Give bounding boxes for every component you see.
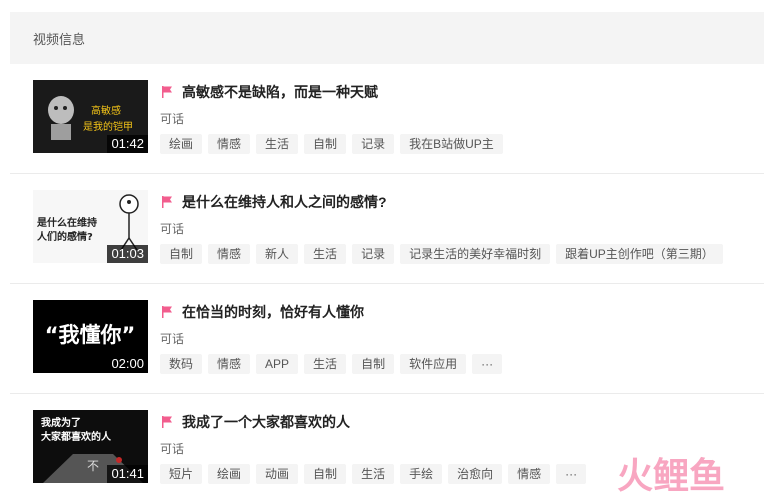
flag-icon (162, 306, 172, 318)
tag-list: 自制 情感 新人 生活 记录 记录生活的美好幸福时刻 跟着UP主创作吧（第三期） (160, 244, 723, 264)
flag-icon (162, 416, 172, 428)
thumb-text-3: 不 (87, 459, 99, 473)
tag[interactable]: 手绘 (400, 464, 443, 484)
duration-badge: 01:42 (107, 135, 148, 153)
video-thumbnail[interactable]: “我懂你” 02:00 (33, 300, 148, 373)
uploader-name[interactable]: 可话 (160, 330, 184, 347)
tag[interactable]: 短片 (160, 464, 203, 484)
tag[interactable]: 数码 (160, 354, 203, 374)
tag[interactable]: 情感 (208, 354, 251, 374)
duration-badge: 01:03 (107, 245, 148, 263)
tag[interactable]: APP (256, 354, 299, 374)
section-header: 视频信息 (10, 12, 764, 64)
uploader-name[interactable]: 可话 (160, 440, 184, 457)
watermark-text: 火鲤鱼 (617, 456, 725, 496)
video-item: “我懂你” 02:00 在恰当的时刻，恰好有人懂你 可话 数码 情感 APP 生… (10, 284, 764, 394)
thumb-text-1: 高敏感 (91, 104, 121, 117)
tag[interactable]: 自制 (160, 244, 203, 264)
video-title[interactable]: 高敏感不是缺陷，而是一种天赋 (182, 82, 378, 102)
duration-badge: 01:41 (107, 465, 148, 483)
video-thumbnail[interactable]: 是什么在维持 人们的感情? 01:03 (33, 190, 148, 263)
tag[interactable]: 生活 (304, 354, 347, 374)
duration-badge: 02:00 (107, 355, 148, 373)
tag[interactable]: 情感 (508, 464, 551, 484)
video-thumbnail[interactable]: 高敏感 是我的铠甲 01:42 (33, 80, 148, 153)
thumb-text-1: “我懂你” (45, 323, 136, 347)
tag[interactable]: 生活 (304, 244, 347, 264)
tag[interactable]: 自制 (352, 354, 395, 374)
tag-list: 短片 绘画 动画 自制 生活 手绘 治愈向 情感 ··· (160, 464, 587, 484)
tag[interactable]: 软件应用 (400, 354, 467, 374)
video-list: 高敏感 是我的铠甲 01:42 高敏感不是缺陷，而是一种天赋 可话 绘画 情感 … (10, 64, 764, 504)
tag[interactable]: 记录 (352, 244, 395, 264)
tag[interactable]: 新人 (256, 244, 299, 264)
tag[interactable]: 记录生活的美好幸福时刻 (400, 244, 551, 264)
tag[interactable]: 动画 (256, 464, 299, 484)
tag[interactable]: 自制 (304, 134, 347, 154)
video-thumbnail[interactable]: 我成为了 大家都喜欢的人 不 01:41 (33, 410, 148, 483)
tag[interactable]: 生活 (352, 464, 395, 484)
thumb-text-2: 人们的感情? (37, 230, 93, 243)
more-tags-button[interactable]: ··· (472, 354, 503, 374)
tag[interactable]: 治愈向 (448, 464, 503, 484)
tag[interactable]: 情感 (208, 244, 251, 264)
thumb-text-1: 我成为了 (41, 416, 81, 429)
tag[interactable]: 生活 (256, 134, 299, 154)
tag[interactable]: 自制 (304, 464, 347, 484)
tag[interactable]: 跟着UP主创作吧（第三期） (556, 244, 723, 264)
tag[interactable]: 绘画 (160, 134, 203, 154)
thumb-text-2: 大家都喜欢的人 (41, 430, 112, 443)
tag[interactable]: 我在B站做UP主 (400, 134, 503, 154)
video-title[interactable]: 我成了一个大家都喜欢的人 (182, 412, 350, 432)
flag-icon (162, 86, 172, 98)
video-title[interactable]: 在恰当的时刻，恰好有人懂你 (182, 302, 364, 322)
tag[interactable]: 情感 (208, 134, 251, 154)
tag-list: 数码 情感 APP 生活 自制 软件应用 ··· (160, 354, 503, 374)
more-tags-button[interactable]: ··· (556, 464, 587, 484)
video-title[interactable]: 是什么在维持人和人之间的感情? (182, 192, 387, 212)
tag[interactable]: 记录 (352, 134, 395, 154)
tag-list: 绘画 情感 生活 自制 记录 我在B站做UP主 (160, 134, 503, 154)
section-title: 视频信息 (33, 31, 86, 47)
tag[interactable]: 绘画 (208, 464, 251, 484)
uploader-name[interactable]: 可话 (160, 110, 184, 127)
video-item: 是什么在维持 人们的感情? 01:03 是什么在维持人和人之间的感情? 可话 自… (10, 174, 764, 284)
watermark-logo: 火鲤鱼 (617, 456, 725, 496)
uploader-name[interactable]: 可话 (160, 220, 184, 237)
flag-icon (162, 196, 172, 208)
video-item: 高敏感 是我的铠甲 01:42 高敏感不是缺陷，而是一种天赋 可话 绘画 情感 … (10, 64, 764, 174)
thumb-text-1: 是什么在维持 (36, 216, 97, 229)
thumb-text-2: 是我的铠甲 (83, 120, 133, 133)
